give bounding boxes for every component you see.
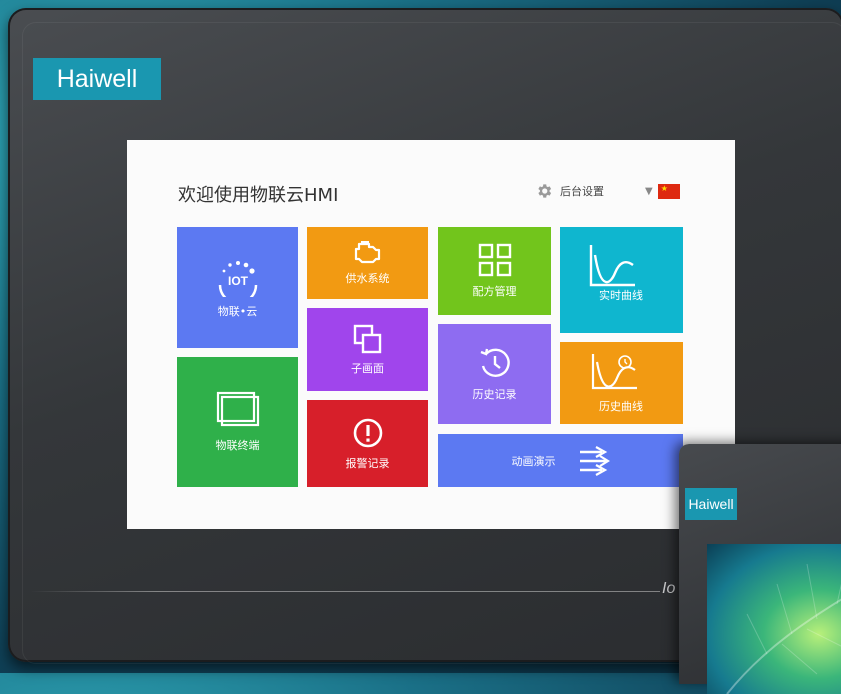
tile-history-record[interactable]: 历史记录 <box>438 324 551 424</box>
tile-label: 动画演示 <box>511 454 556 468</box>
alert-icon <box>353 418 382 447</box>
settings-button[interactable]: 后台设置 <box>535 182 604 200</box>
bezel-divider <box>30 591 660 592</box>
language-selector[interactable]: ▼ ★ <box>645 184 680 199</box>
tile-label: 供水系统 <box>345 272 390 285</box>
bezel-text: Io <box>662 580 676 597</box>
settings-label: 后台设置 <box>560 185 604 198</box>
tile-iot-cloud[interactable]: IOT 物联•云 <box>177 227 298 348</box>
tile-water-supply[interactable]: 供水系统 <box>307 227 428 299</box>
grid-icon <box>478 243 511 277</box>
secondary-device: Haiwell <box>679 444 841 694</box>
tile-alarm-record[interactable]: 报警记录 <box>307 400 428 487</box>
tile-animation-demo[interactable]: 动画演示 <box>438 434 683 487</box>
monitor-icon <box>216 391 259 427</box>
tile-label: 物联终端 <box>215 439 260 452</box>
svg-text:IOT: IOT <box>228 274 249 288</box>
hmi-screen: 欢迎使用物联云HMI 后台设置 ▼ ★ IOT 物联•云 供水系统 配方管理 实… <box>127 140 735 529</box>
history-chart-icon <box>591 354 637 390</box>
tile-label: 历史曲线 <box>599 400 643 413</box>
page-title: 欢迎使用物联云HMI <box>178 185 339 206</box>
tile-label: 实时曲线 <box>599 289 643 302</box>
fast-forward-arrows-icon <box>579 445 610 476</box>
tile-realtime-curve[interactable]: 实时曲线 <box>560 227 683 333</box>
leaf-image <box>726 563 841 694</box>
brand-logo: Haiwell <box>33 58 161 100</box>
engine-icon <box>354 241 380 264</box>
secondary-brand-logo: Haiwell <box>685 488 737 520</box>
tile-history-curve[interactable]: 历史曲线 <box>560 342 683 424</box>
tile-recipe-management[interactable]: 配方管理 <box>438 227 551 315</box>
tile-sub-screen[interactable]: 子画面 <box>307 308 428 391</box>
iot-cloud-icon: IOT <box>218 260 257 297</box>
tile-label: 报警记录 <box>345 456 390 470</box>
gear-icon <box>538 184 552 198</box>
line-chart-icon <box>589 245 635 287</box>
tile-label: 历史记录 <box>472 388 517 401</box>
tile-label: 子画面 <box>351 361 384 375</box>
tile-label: 物联•云 <box>217 304 258 318</box>
windows-icon <box>353 324 381 353</box>
china-flag-icon: ★ <box>657 184 680 199</box>
caret-down-icon: ▼ <box>645 185 653 197</box>
tile-label: 配方管理 <box>472 285 517 298</box>
tile-iot-terminal[interactable]: 物联终端 <box>177 357 298 487</box>
history-clock-icon <box>480 348 510 377</box>
secondary-screen <box>707 544 841 694</box>
